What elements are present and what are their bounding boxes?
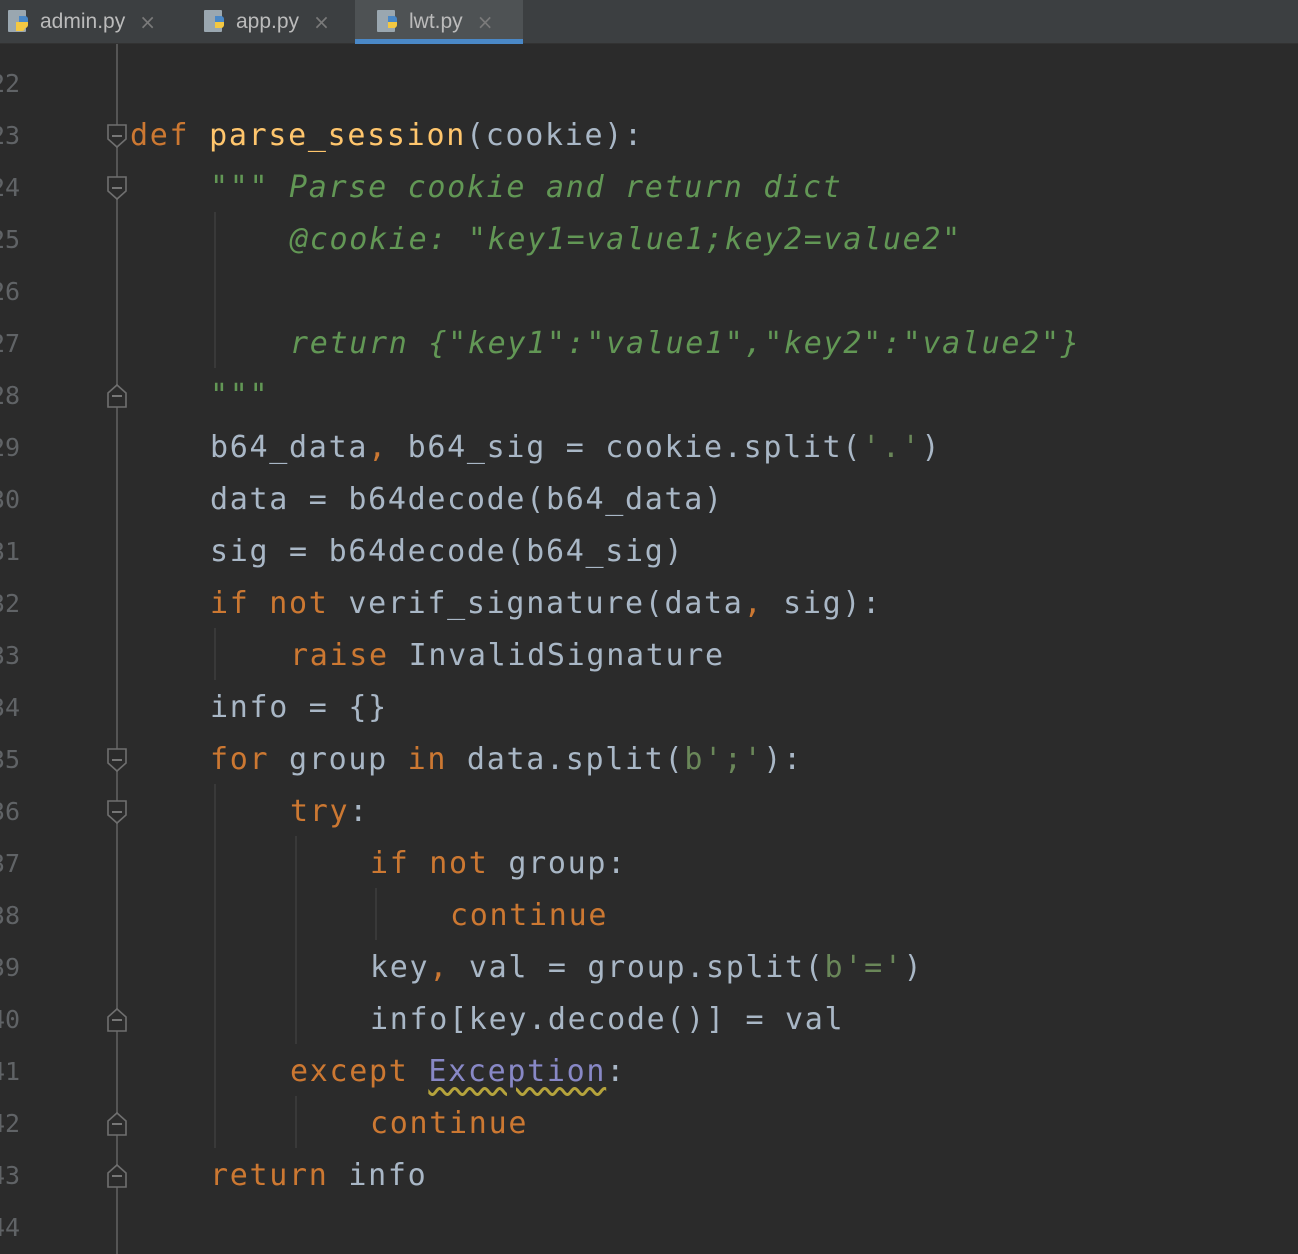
- indent-guide: [214, 784, 216, 1148]
- code-line-23: def parse_session(cookie):: [130, 110, 644, 162]
- code-text: ): [921, 430, 942, 465]
- code-line-37: if not group:: [370, 838, 627, 890]
- keyword: return: [210, 1158, 329, 1193]
- python-file-icon: [8, 10, 28, 32]
- code-text: verif_signature(data: [328, 586, 744, 621]
- string-literal: b';': [684, 742, 764, 777]
- code-text: InvalidSignature: [388, 638, 725, 673]
- close-icon[interactable]: ×: [313, 12, 330, 32]
- fold-close-icon[interactable]: [106, 1163, 128, 1189]
- code-line-27: return {"key1":"value1","key2":"value2"}: [290, 326, 1081, 361]
- close-icon[interactable]: ×: [139, 12, 156, 32]
- code-line-36: try:: [290, 786, 369, 838]
- code-text: sig):: [763, 586, 882, 621]
- fold-open-icon[interactable]: [106, 123, 128, 149]
- keyword: for: [210, 742, 270, 777]
- fold-open-icon[interactable]: [106, 799, 128, 825]
- keyword: if not: [370, 846, 489, 881]
- keyword: try: [290, 794, 350, 829]
- code-text: info: [328, 1158, 428, 1193]
- code-line-29: b64_data, b64_sig = cookie.split('.'): [210, 422, 941, 474]
- keyword: in: [407, 742, 448, 777]
- close-icon[interactable]: ×: [477, 12, 494, 32]
- function-name: parse_session: [209, 118, 466, 153]
- code-line-30: data = b64decode(b64_data): [210, 482, 724, 517]
- keyword: def: [130, 118, 190, 153]
- code-line-41: except Exception:: [290, 1046, 626, 1098]
- comma: ,: [429, 950, 450, 985]
- code-text: :: [349, 794, 370, 829]
- tab-admin-py[interactable]: admin.py ×: [0, 0, 180, 44]
- code-text: key: [370, 950, 430, 985]
- string-literal: b'=': [824, 950, 904, 985]
- code-text: group: [269, 742, 408, 777]
- code-line-28: """: [210, 378, 270, 413]
- python-file-icon: [377, 10, 397, 32]
- code-text: b64_data: [210, 430, 369, 465]
- editor-tab-bar: admin.py × app.py × lwt.py ×: [0, 0, 1298, 44]
- indent-guide: [295, 836, 297, 1044]
- code-line-33: raise InvalidSignature: [290, 630, 725, 682]
- fold-open-icon[interactable]: [106, 747, 128, 773]
- comma: ,: [368, 430, 388, 465]
- indent-guide: [214, 628, 216, 680]
- tab-label: app.py: [236, 10, 300, 33]
- code-text: :: [606, 1054, 626, 1089]
- fold-close-icon[interactable]: [106, 1007, 128, 1033]
- keyword: except: [290, 1054, 409, 1089]
- code-text: ):: [763, 742, 803, 777]
- comma: ,: [743, 586, 764, 621]
- indent-guide: [214, 212, 216, 368]
- keyword: raise: [290, 638, 389, 673]
- code-text: group:: [488, 846, 627, 881]
- code-text: ): [903, 950, 924, 985]
- code-line-43: return info: [210, 1150, 427, 1202]
- fold-close-icon[interactable]: [106, 1111, 128, 1137]
- tab-label: lwt.py: [409, 10, 463, 33]
- code-text: data.split(: [447, 742, 685, 777]
- code-line-34: info = {}: [210, 690, 388, 725]
- code-text: (cookie):: [465, 118, 644, 153]
- code-line-40: info[key.decode()] = val: [370, 1002, 845, 1037]
- string-literal: '.': [862, 430, 922, 465]
- code-line-31: sig = b64decode(b64_sig): [210, 534, 685, 569]
- builtin-exception-warning[interactable]: Exception: [428, 1054, 606, 1089]
- code-text: b64_sig = cookie.split(: [387, 430, 863, 465]
- code-line-38: continue: [450, 898, 609, 933]
- fold-close-icon[interactable]: [106, 383, 128, 409]
- code-line-35: for group in data.split(b';'):: [210, 734, 803, 786]
- tab-label: admin.py: [40, 10, 126, 33]
- indent-guide: [295, 1096, 297, 1148]
- tab-app-py[interactable]: app.py ×: [198, 0, 354, 44]
- tab-lwt-py[interactable]: lwt.py ×: [355, 0, 523, 44]
- keyword: if not: [210, 586, 329, 621]
- python-file-icon: [204, 10, 224, 32]
- fold-open-icon[interactable]: [106, 175, 128, 201]
- code-editor[interactable]: def parse_session(cookie): """ Parse coo…: [0, 44, 1298, 1254]
- code-text: val = group.split(: [449, 950, 825, 985]
- code-line-25: @cookie: "key1=value1;key2=value2": [290, 222, 962, 257]
- code-line-42: continue: [370, 1106, 529, 1141]
- code-line-39: key, val = group.split(b'='): [370, 942, 923, 994]
- code-line-32: if not verif_signature(data, sig):: [210, 578, 882, 630]
- indent-guide: [375, 888, 377, 940]
- code-line-24: """ Parse cookie and return dict: [210, 170, 843, 205]
